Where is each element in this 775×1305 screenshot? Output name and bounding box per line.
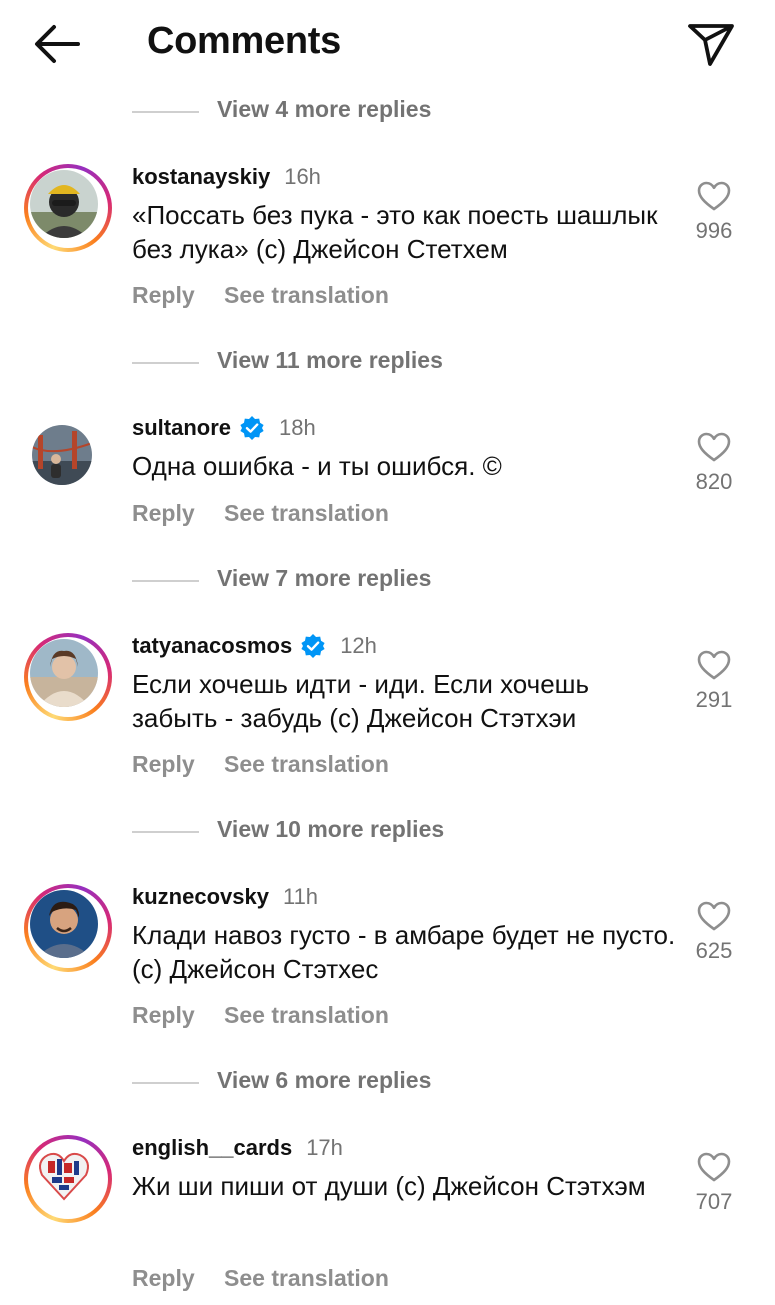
comment-text: Если хочешь идти - иди. Если хочешь забы… [132, 669, 590, 733]
username[interactable]: kuznecovsky [132, 884, 269, 910]
timestamp: 12h [340, 633, 377, 658]
see-translation-button[interactable]: See translation [224, 751, 389, 778]
verified-badge-icon [301, 634, 325, 658]
comment-text: «Поссать без пука - это как поесть шашлы… [132, 200, 658, 264]
divider-line [132, 362, 199, 364]
avatar-image [30, 639, 98, 707]
comment-item: tatyanacosmos 12h Если хочешь идти - иди… [0, 633, 775, 803]
view-more-replies[interactable]: View 11 more replies [132, 345, 632, 381]
page-title: Comments [147, 20, 341, 62]
avatar-image [30, 170, 98, 238]
comment-text: Одна ошибка - и ты ошибся. © [132, 451, 502, 481]
heart-icon[interactable] [696, 180, 732, 212]
avatar[interactable] [24, 164, 112, 252]
see-translation-button[interactable]: See translation [224, 500, 389, 527]
avatar[interactable] [24, 884, 112, 972]
divider-line [132, 111, 199, 113]
like-control: 996 [694, 180, 734, 244]
like-count: 625 [695, 938, 733, 963]
avatar[interactable] [32, 425, 92, 485]
reply-button[interactable]: Reply [132, 751, 195, 778]
timestamp: 16h [284, 164, 321, 189]
heart-icon[interactable] [696, 649, 732, 681]
arrow-left-icon [35, 25, 80, 63]
see-translation-button[interactable]: See translation [224, 282, 389, 309]
paper-plane-icon [688, 24, 734, 66]
divider-line [132, 831, 199, 833]
like-control: 625 [694, 900, 734, 964]
like-count: 291 [695, 687, 733, 712]
heart-icon[interactable] [696, 431, 732, 463]
username[interactable]: english__cards [132, 1135, 292, 1161]
comment-text: Жи ши пиши от души (с) Джейсон Стэтхэм [132, 1171, 646, 1201]
header-bar: Comments [0, 0, 775, 90]
timestamp: 11h [282, 884, 319, 909]
view-more-label: View 10 more replies [217, 816, 445, 842]
comment-item: kuznecovsky 11h Клади навоз густо - в ам… [0, 884, 775, 1054]
heart-icon[interactable] [696, 1151, 732, 1183]
view-more-replies[interactable]: View 10 more replies [132, 814, 632, 850]
share-button[interactable] [686, 20, 736, 68]
see-translation-button[interactable]: See translation [224, 1265, 389, 1292]
back-button[interactable] [30, 22, 82, 66]
comment-item: sultanore 18h Одна ошибка - и ты ошибся.… [0, 415, 775, 585]
comment-text: Клади навоз густо - в амбаре будет не пу… [132, 920, 676, 984]
like-count: 820 [695, 469, 733, 494]
verified-badge-icon [240, 416, 264, 440]
heart-icon[interactable] [696, 900, 732, 932]
username[interactable]: sultanore [132, 415, 231, 441]
like-control: 820 [694, 431, 734, 495]
view-more-replies[interactable]: View 4 more replies [132, 94, 632, 130]
view-more-label: View 4 more replies [217, 96, 432, 122]
view-more-label: View 6 more replies [217, 1067, 432, 1093]
timestamp: 17h [306, 1135, 343, 1160]
like-control: 707 [694, 1151, 734, 1215]
avatar[interactable] [24, 633, 112, 721]
avatar-image [30, 890, 98, 958]
reply-button[interactable]: Reply [132, 500, 195, 527]
avatar-image [32, 425, 92, 485]
like-control: 291 [694, 649, 734, 713]
like-count: 707 [695, 1189, 733, 1214]
avatar[interactable] [24, 1135, 112, 1223]
avatar-image [30, 1141, 98, 1209]
comment-item: kostanayskiy 16h «Поссать без пука - это… [0, 164, 775, 334]
username[interactable]: tatyanacosmos [132, 633, 292, 659]
username[interactable]: kostanayskiy [132, 164, 270, 190]
reply-button[interactable]: Reply [132, 1002, 195, 1029]
view-more-label: View 11 more replies [217, 347, 443, 373]
see-translation-button[interactable]: See translation [224, 1002, 389, 1029]
reply-button[interactable]: Reply [132, 282, 195, 309]
like-count: 996 [695, 218, 733, 243]
timestamp: 18h [279, 415, 316, 440]
reply-button[interactable]: Reply [132, 1265, 195, 1292]
divider-line [132, 1082, 199, 1084]
view-more-replies[interactable]: View 6 more replies [132, 1065, 632, 1101]
